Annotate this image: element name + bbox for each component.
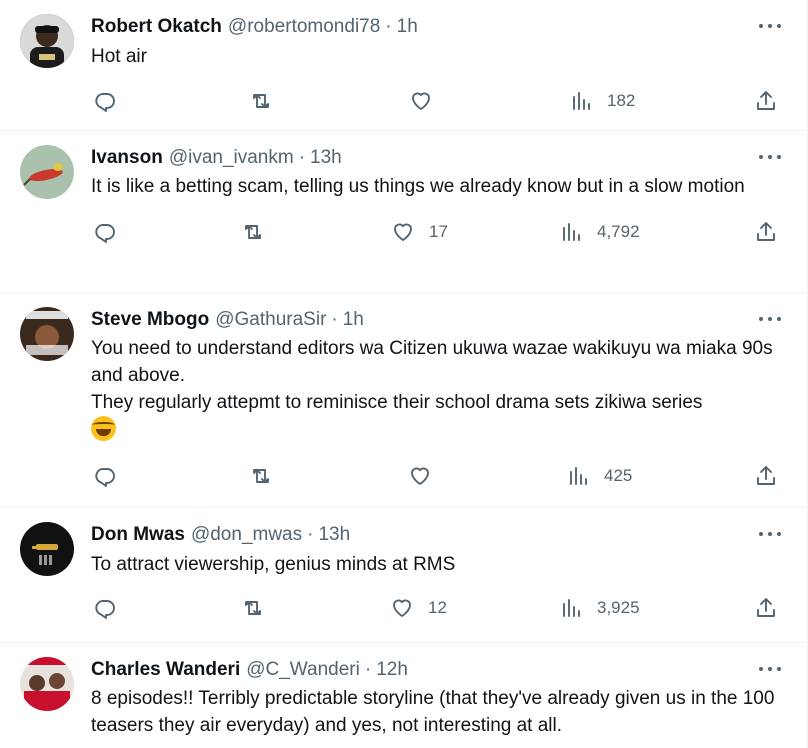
author-handle[interactable]: @GathuraSir	[215, 307, 326, 333]
reply-tweet[interactable]: Ivanson @ivan_ivankm · 13h It is like a …	[0, 131, 807, 293]
share-icon	[757, 91, 775, 110]
like-button[interactable]	[408, 464, 432, 488]
views-button[interactable]: 4,792	[559, 220, 640, 244]
views-count: 425	[604, 466, 633, 485]
reply-tweet[interactable]: Charles Wanderi @C_Wanderi · 12h 8 episo…	[0, 643, 807, 748]
views-icon	[563, 223, 580, 241]
timestamp[interactable]: 1h	[397, 14, 418, 40]
retweet-button[interactable]	[249, 89, 273, 113]
timestamp[interactable]: 12h	[376, 657, 408, 683]
reply-icon	[95, 93, 115, 112]
tweet-text: To attract viewership, genius minds at R…	[91, 554, 456, 575]
tweet-text: Hot air	[91, 46, 147, 67]
tweet-text: You need to understand editors wa Citize…	[91, 335, 776, 445]
timestamp[interactable]: 13h	[318, 522, 350, 548]
retweet-icon	[253, 94, 269, 108]
more-icon[interactable]	[759, 311, 781, 327]
more-icon[interactable]	[759, 526, 781, 542]
reply-button[interactable]	[93, 89, 117, 113]
views-icon	[573, 92, 590, 110]
heart-icon	[411, 467, 429, 485]
more-icon[interactable]	[759, 149, 781, 165]
reply-tweet[interactable]: Steve Mbogo @GathuraSir · 1h You need to…	[0, 293, 807, 508]
reply-icon	[95, 224, 115, 243]
share-button[interactable]	[754, 220, 778, 244]
avatar[interactable]	[20, 522, 74, 576]
action-bar: 17 4,792	[91, 200, 791, 264]
heart-icon	[412, 92, 430, 110]
retweet-icon	[245, 601, 261, 615]
avatar[interactable]	[20, 14, 74, 68]
author-handle[interactable]: @C_Wanderi	[246, 657, 360, 683]
avatar[interactable]	[20, 307, 74, 361]
like-button[interactable]: 17	[391, 220, 448, 244]
views-count: 4,792	[597, 222, 640, 241]
timestamp[interactable]: 13h	[310, 145, 342, 171]
heart-icon	[393, 599, 411, 617]
separator-dot: ·	[385, 16, 392, 37]
like-count: 17	[429, 222, 448, 241]
author-handle[interactable]: @robertomondi78	[228, 14, 380, 40]
separator-dot: ·	[298, 147, 306, 168]
reply-feed: Robert Okatch @robertomondi78 · 1h Hot a…	[0, 0, 808, 748]
views-button[interactable]: 425	[566, 464, 632, 488]
retweet-icon	[253, 469, 269, 483]
face-with-tears-of-joy-icon	[91, 416, 116, 441]
reply-button[interactable]	[93, 596, 117, 620]
heart-icon	[394, 223, 412, 241]
share-button[interactable]	[754, 596, 778, 620]
reply-button[interactable]	[93, 464, 117, 488]
tweet-text-body: You need to understand editors wa Citize…	[91, 338, 773, 413]
author-name[interactable]: Steve Mbogo	[91, 307, 209, 333]
retweet-button[interactable]	[241, 596, 265, 620]
views-icon	[563, 599, 580, 617]
author-name[interactable]: Robert Okatch	[91, 14, 222, 40]
retweet-button[interactable]	[249, 464, 273, 488]
like-button[interactable]: 12	[390, 596, 447, 620]
views-icon	[570, 467, 587, 485]
reply-tweet[interactable]: Robert Okatch @robertomondi78 · 1h Hot a…	[0, 0, 807, 131]
author-name[interactable]: Ivanson	[91, 145, 163, 171]
separator-dot: ·	[331, 309, 338, 330]
views-button[interactable]: 182	[569, 89, 635, 113]
share-button[interactable]	[754, 89, 778, 113]
like-count: 12	[428, 598, 447, 617]
views-count: 182	[607, 91, 636, 110]
author-name[interactable]: Charles Wanderi	[91, 657, 240, 683]
author-handle[interactable]: @don_mwas	[191, 522, 302, 548]
timestamp[interactable]: 1h	[343, 307, 364, 333]
more-icon[interactable]	[759, 661, 781, 677]
more-icon[interactable]	[759, 18, 781, 34]
share-icon	[757, 598, 775, 617]
retweet-button[interactable]	[241, 220, 265, 244]
author-handle[interactable]: @ivan_ivankm	[169, 145, 294, 171]
views-button[interactable]: 3,925	[559, 596, 640, 620]
tweet-text: 8 episodes!! Terribly predictable storyl…	[91, 688, 780, 736]
tweet-text: It is like a betting scam, telling us th…	[91, 176, 745, 197]
avatar[interactable]	[20, 657, 74, 711]
action-bar: 12 3,925	[91, 578, 791, 638]
avatar[interactable]	[20, 145, 74, 199]
reply-tweet[interactable]: Don Mwas @don_mwas · 13h To attract view…	[0, 508, 807, 643]
like-button[interactable]	[409, 89, 433, 113]
share-icon	[757, 222, 775, 241]
reply-icon	[95, 468, 115, 487]
reply-button[interactable]	[93, 220, 117, 244]
share-icon	[757, 466, 775, 485]
retweet-icon	[245, 225, 261, 239]
action-bar: 425	[91, 445, 791, 507]
reply-icon	[95, 600, 115, 619]
author-name[interactable]: Don Mwas	[91, 522, 185, 548]
action-bar: 182	[91, 70, 791, 132]
separator-dot: ·	[364, 659, 372, 680]
views-count: 3,925	[597, 598, 640, 617]
share-button[interactable]	[754, 464, 778, 488]
separator-dot: ·	[307, 524, 314, 545]
